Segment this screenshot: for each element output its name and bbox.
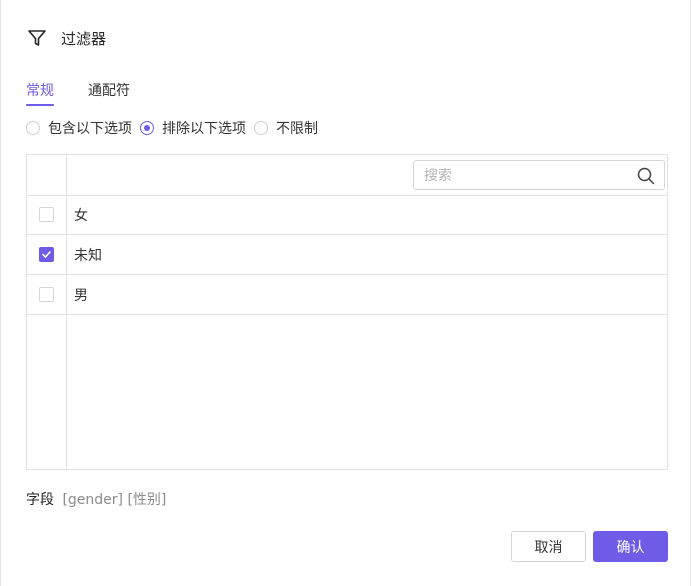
table-header [27,155,667,196]
search-icon[interactable] [637,167,655,185]
radio-include[interactable]: 包含以下选项 [26,118,132,138]
table-row[interactable]: 未知 [27,235,667,275]
radio-button[interactable] [140,121,154,135]
search-input[interactable] [422,165,631,187]
field-info: 字段 [gender] [性别] [26,489,166,509]
tab-general[interactable]: 常规 [26,80,54,106]
radio-exclude[interactable]: 排除以下选项 [140,118,246,138]
mode-radio-group: 包含以下选项 排除以下选项 不限制 [26,118,326,138]
tab-bar: 常规 通配符 [26,80,130,106]
table-row[interactable]: 女 [27,195,667,235]
check-icon [42,251,51,258]
options-table: 女 未知 男 [26,154,668,470]
radio-button[interactable] [254,121,268,135]
confirm-button[interactable]: 确认 [593,531,668,562]
option-label: 男 [74,288,88,304]
table-row[interactable]: 男 [27,275,667,315]
search-box [413,160,665,190]
field-label: 字段 [26,492,54,508]
tab-wildcard[interactable]: 通配符 [88,80,130,103]
field-value: [gender] [性别] [62,492,167,508]
radio-label: 排除以下选项 [162,121,246,137]
filter-icon [27,28,47,48]
option-checkbox[interactable] [39,247,54,262]
radio-label: 不限制 [276,121,318,137]
option-checkbox[interactable] [39,207,54,222]
filter-dialog: 过滤器 常规 通配符 包含以下选项 排除以下选项 不限制 搜索 女 未知 男 字… [0,0,691,586]
dialog-title: 过滤器 [61,29,107,48]
radio-label: 包含以下选项 [48,121,132,137]
radio-button[interactable] [26,121,40,135]
option-checkbox[interactable] [39,287,54,302]
radio-unrestricted[interactable]: 不限制 [254,118,318,138]
dialog-header: 过滤器 [27,27,106,49]
option-label: 未知 [74,248,102,264]
cancel-button[interactable]: 取消 [511,531,586,562]
option-label: 女 [74,208,88,224]
